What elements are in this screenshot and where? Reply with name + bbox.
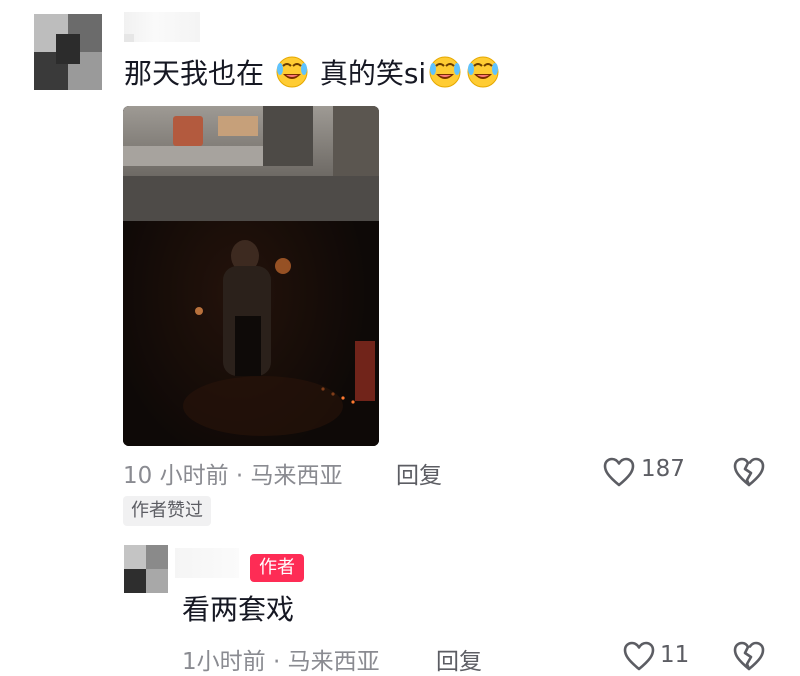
comment-text: 那天我也在 真的笑si bbox=[124, 52, 502, 96]
author-badge: 作者 bbox=[250, 554, 304, 582]
reply-reply-button[interactable]: 回复 bbox=[436, 642, 482, 676]
username-hidden[interactable] bbox=[124, 12, 200, 42]
avatar[interactable] bbox=[34, 14, 102, 90]
reply-username-hidden[interactable] bbox=[175, 548, 239, 578]
broken-heart-icon[interactable] bbox=[732, 640, 766, 672]
heart-outline-icon[interactable] bbox=[622, 640, 656, 672]
like-count: 187 bbox=[641, 456, 685, 482]
comment-body-continued: 真的笑si bbox=[319, 57, 427, 90]
reply-text: 看两套戏 bbox=[182, 593, 295, 626]
reply-like-count: 11 bbox=[660, 642, 690, 668]
author-liked-badge: 作者赞过 bbox=[123, 496, 211, 526]
comment-photo[interactable] bbox=[123, 106, 379, 446]
comment-time-location: 10 小时前 · 马来西亚 bbox=[123, 463, 343, 489]
crying-laughing-emoji-icon bbox=[467, 56, 499, 88]
comment-body: 那天我也在 bbox=[124, 57, 265, 90]
reply-time-location: 1小时前 · 马来西亚 bbox=[182, 649, 380, 675]
heart-outline-icon[interactable] bbox=[602, 456, 636, 488]
crying-laughing-emoji-icon bbox=[276, 56, 308, 88]
broken-heart-icon[interactable] bbox=[732, 456, 766, 488]
reply-button[interactable]: 回复 bbox=[396, 456, 442, 490]
crying-laughing-emoji-icon bbox=[429, 56, 461, 88]
reply-avatar[interactable] bbox=[124, 545, 168, 593]
